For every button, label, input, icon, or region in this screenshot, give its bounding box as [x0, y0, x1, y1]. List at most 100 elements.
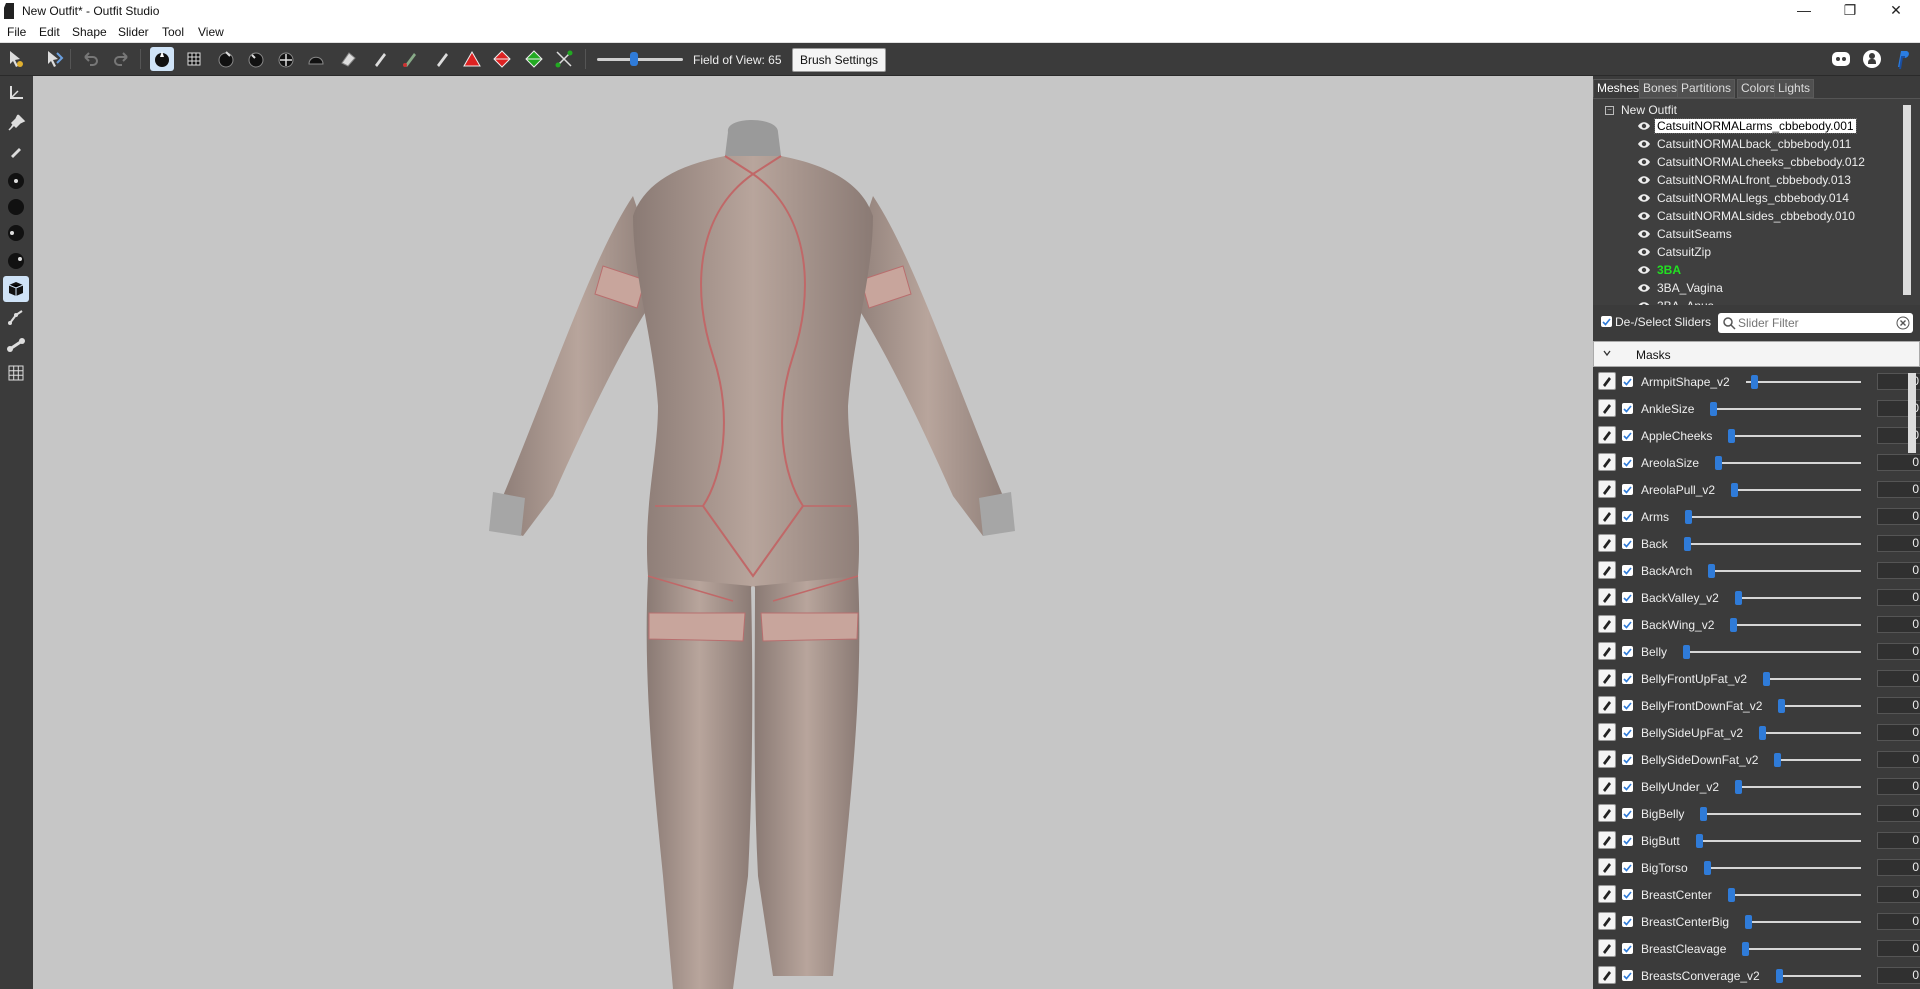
slider-track[interactable] — [1735, 597, 1861, 599]
eye-icon[interactable] — [1637, 281, 1651, 295]
slider-track[interactable] — [1708, 570, 1861, 572]
slider-value[interactable]: 0 — [1877, 940, 1920, 957]
close-icon[interactable]: ✕ — [1873, 0, 1919, 22]
slider-thumb[interactable] — [1774, 753, 1781, 767]
menu-shape[interactable]: Shape — [72, 25, 107, 39]
slider-track[interactable] — [1774, 759, 1861, 761]
slider-thumb[interactable] — [1735, 591, 1742, 605]
slider-track[interactable] — [1684, 543, 1861, 545]
slider-value[interactable]: 0 — [1877, 643, 1920, 660]
edit-slider-pencil-icon[interactable] — [1598, 885, 1616, 903]
edit-slider-pencil-icon[interactable] — [1598, 669, 1616, 687]
split-edge-icon[interactable] — [522, 47, 546, 71]
edit-slider-pencil-icon[interactable] — [1598, 507, 1616, 525]
slider-checkbox[interactable] — [1622, 430, 1633, 441]
slider-thumb[interactable] — [1704, 861, 1711, 875]
slider-thumb[interactable] — [1730, 618, 1737, 632]
edit-slider-pencil-icon[interactable] — [1598, 858, 1616, 876]
slider-thumb[interactable] — [1683, 645, 1690, 659]
slider-track[interactable] — [1728, 435, 1861, 437]
mesh-item[interactable]: CatsuitZip — [1637, 243, 1713, 260]
slider-track[interactable] — [1715, 462, 1861, 464]
slider-checkbox[interactable] — [1622, 511, 1633, 522]
slider-value[interactable]: 0 — [1877, 751, 1920, 768]
bone-icon[interactable] — [3, 332, 29, 358]
edit-slider-pencil-icon[interactable] — [1598, 453, 1616, 471]
tree-collapse-icon[interactable]: − — [1605, 106, 1614, 115]
clear-filter-icon[interactable] — [1896, 316, 1910, 330]
edit-slider-pencil-icon[interactable] — [1598, 723, 1616, 741]
collapse-vertex-icon[interactable] — [460, 47, 484, 71]
tab-lights[interactable]: Lights — [1774, 79, 1815, 98]
slider-value[interactable]: 0 — [1877, 616, 1920, 633]
github-icon[interactable] — [1861, 48, 1883, 70]
eye-icon[interactable] — [1637, 173, 1651, 187]
slider-thumb[interactable] — [1776, 969, 1783, 983]
slider-checkbox[interactable] — [1622, 646, 1633, 657]
select-icon[interactable] — [4, 47, 28, 71]
inflate-brush-icon[interactable] — [214, 47, 238, 71]
mesh-item[interactable]: CatsuitNORMALarms_cbbebody.001 — [1637, 117, 1857, 134]
slider-track[interactable] — [1685, 516, 1861, 518]
slider-checkbox[interactable] — [1622, 862, 1633, 873]
slider-checkbox[interactable] — [1622, 376, 1633, 387]
undo-icon[interactable] — [78, 47, 102, 71]
slider-track[interactable] — [1742, 948, 1861, 950]
slider-track[interactable] — [1730, 624, 1861, 626]
eye-icon[interactable] — [1637, 119, 1651, 133]
grid-icon[interactable] — [3, 360, 29, 386]
menu-file[interactable]: File — [7, 25, 26, 39]
mesh-item[interactable]: 3BA — [1637, 261, 1683, 278]
slider-track[interactable] — [1763, 678, 1861, 680]
slider-filter[interactable] — [1718, 313, 1913, 333]
mesh-item[interactable]: CatsuitNORMALfront_cbbebody.013 — [1637, 171, 1853, 188]
slider-value[interactable]: 0 — [1877, 670, 1920, 687]
mesh-item[interactable]: CatsuitSeams — [1637, 225, 1734, 242]
slider-checkbox[interactable] — [1622, 835, 1633, 846]
slider-checkbox[interactable] — [1622, 592, 1633, 603]
slider-value[interactable]: 0 — [1877, 778, 1920, 795]
edit-slider-pencil-icon[interactable] — [1598, 642, 1616, 660]
slider-track[interactable] — [1746, 381, 1861, 383]
slider-checkbox[interactable] — [1622, 943, 1633, 954]
slider-thumb[interactable] — [1742, 942, 1749, 956]
eye-icon[interactable] — [1637, 245, 1651, 259]
undiff-brush-icon[interactable] — [336, 47, 360, 71]
mesh-item[interactable]: CatsuitNORMALlegs_cbbebody.014 — [1637, 189, 1851, 206]
sphere-shade-icon[interactable] — [3, 220, 29, 246]
slider-value[interactable]: 0 — [1877, 724, 1920, 741]
move-brush-icon[interactable] — [274, 47, 298, 71]
sphere-icon[interactable] — [3, 194, 29, 220]
edit-slider-pencil-icon[interactable] — [1598, 939, 1616, 957]
mask-brush-icon[interactable] — [182, 47, 206, 71]
slider-checkbox[interactable] — [1622, 970, 1633, 981]
move-vertex-icon[interactable] — [552, 47, 576, 71]
slider-track[interactable] — [1710, 408, 1861, 410]
masks-header[interactable]: Masks — [1593, 341, 1920, 367]
slider-thumb[interactable] — [1728, 888, 1735, 902]
slider-thumb[interactable] — [1745, 915, 1752, 929]
fov-slider-thumb[interactable] — [630, 52, 638, 66]
slider-checkbox[interactable] — [1622, 484, 1633, 495]
slider-value[interactable]: 0 — [1877, 913, 1920, 930]
slider-checkbox[interactable] — [1622, 808, 1633, 819]
weight-paint-icon[interactable] — [398, 47, 422, 71]
slider-checkbox[interactable] — [1622, 619, 1633, 630]
slider-thumb[interactable] — [1696, 834, 1703, 848]
slider-value[interactable]: 0 — [1877, 562, 1920, 579]
slider-track[interactable] — [1704, 867, 1861, 869]
menu-edit[interactable]: Edit — [39, 25, 60, 39]
slider-track[interactable] — [1696, 840, 1861, 842]
slider-thumb[interactable] — [1715, 456, 1722, 470]
edit-slider-pencil-icon[interactable] — [1598, 615, 1616, 633]
slider-thumb[interactable] — [1750, 375, 1758, 389]
3d-viewport[interactable] — [33, 76, 1593, 989]
slider-value[interactable]: 0 — [1877, 967, 1920, 984]
discord-icon[interactable] — [1830, 48, 1852, 70]
eye-icon[interactable] — [1637, 209, 1651, 223]
mesh-item[interactable]: CatsuitNORMALcheeks_cbbebody.012 — [1637, 153, 1867, 170]
slider-track[interactable] — [1683, 651, 1861, 653]
bone-pose-icon[interactable] — [3, 304, 29, 330]
slider-value[interactable]: 0 — [1877, 454, 1920, 471]
eye-icon[interactable] — [1637, 263, 1651, 277]
